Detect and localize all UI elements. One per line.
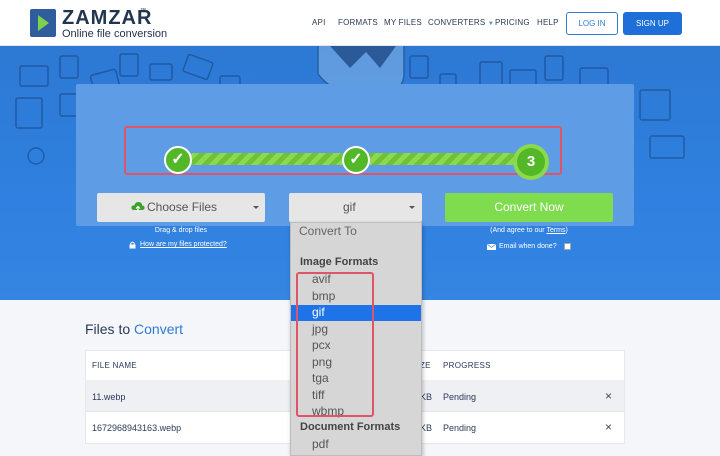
dropdown-group-image-formats: Image Formats — [300, 256, 379, 268]
remove-file-icon[interactable]: × — [605, 389, 612, 403]
drag-drop-hint: Drag & drop files — [154, 227, 208, 234]
step-3-indicator: 3 — [517, 148, 545, 176]
brand-name[interactable]: ZAMZAR — [62, 7, 152, 30]
agree-suffix: ) — [565, 227, 568, 234]
file-name: 11.webp — [92, 392, 126, 402]
email-when-done-label: Email when done? — [499, 243, 557, 250]
nav-my-files[interactable]: MY FILES — [384, 18, 422, 27]
top-header: ZAMZAR ™ Online file conversion API FORM… — [0, 0, 720, 46]
files-to-convert-title: Files to Convert — [85, 321, 183, 337]
dropdown-group-document-formats: Document Formats — [300, 421, 401, 433]
caret-down-icon: ▼ — [487, 21, 494, 27]
email-when-done-checkbox[interactable] — [564, 243, 571, 250]
file-status: Pending — [443, 392, 477, 402]
nav-formats[interactable]: FORMATS — [338, 18, 378, 27]
choose-files-button[interactable]: Choose Files — [97, 193, 265, 222]
choose-caret-icon — [253, 206, 259, 209]
format-select[interactable]: gif — [289, 193, 422, 222]
agree-terms-text: (And agree to our Terms) — [445, 227, 613, 234]
dropdown-convert-to-placeholder: Convert To — [299, 224, 357, 238]
files-title-accent: Convert — [134, 321, 184, 337]
files-title-prefix: Files to — [85, 321, 135, 337]
column-progress: PROGRESS — [443, 361, 491, 370]
files-protected-link[interactable]: How are my files protected? — [140, 241, 227, 248]
remove-file-icon[interactable]: × — [605, 420, 612, 434]
mail-icon — [487, 244, 496, 250]
cloud-upload-icon — [131, 202, 145, 212]
nav-converters[interactable]: CONVERTERS ▼ — [428, 18, 494, 27]
file-status: Pending — [443, 423, 477, 433]
column-file-name: FILE NAME — [92, 361, 137, 370]
login-button[interactable]: LOG IN — [566, 12, 618, 35]
logo-arrow-icon — [38, 15, 49, 31]
agree-prefix: (And agree to our — [490, 227, 547, 234]
dropdown-option-pdf[interactable]: pdf — [291, 437, 421, 453]
signup-button[interactable]: SIGN UP — [623, 12, 682, 35]
brand-tagline: Online file conversion — [62, 28, 168, 40]
nav-pricing[interactable]: PRICING — [495, 18, 530, 27]
format-caret-icon — [409, 206, 415, 209]
format-selected-label: gif — [343, 200, 356, 214]
nav-converters-label: CONVERTERS — [428, 18, 486, 27]
choose-files-label: Choose Files — [147, 200, 218, 214]
file-name: 1672968943163.webp — [92, 423, 182, 433]
nav-api[interactable]: API — [312, 18, 326, 27]
step-2-complete-icon: ✓ — [342, 146, 370, 174]
nav-help[interactable]: HELP — [537, 18, 559, 27]
format-options-highlight-box — [296, 272, 374, 417]
step-1-complete-icon: ✓ — [164, 146, 192, 174]
convert-now-button[interactable]: Convert Now — [445, 193, 613, 222]
zamzar-logo-icon[interactable] — [30, 9, 56, 37]
brand-trademark: ™ — [140, 8, 146, 14]
lock-icon — [129, 241, 136, 249]
terms-link[interactable]: Terms — [546, 227, 565, 234]
